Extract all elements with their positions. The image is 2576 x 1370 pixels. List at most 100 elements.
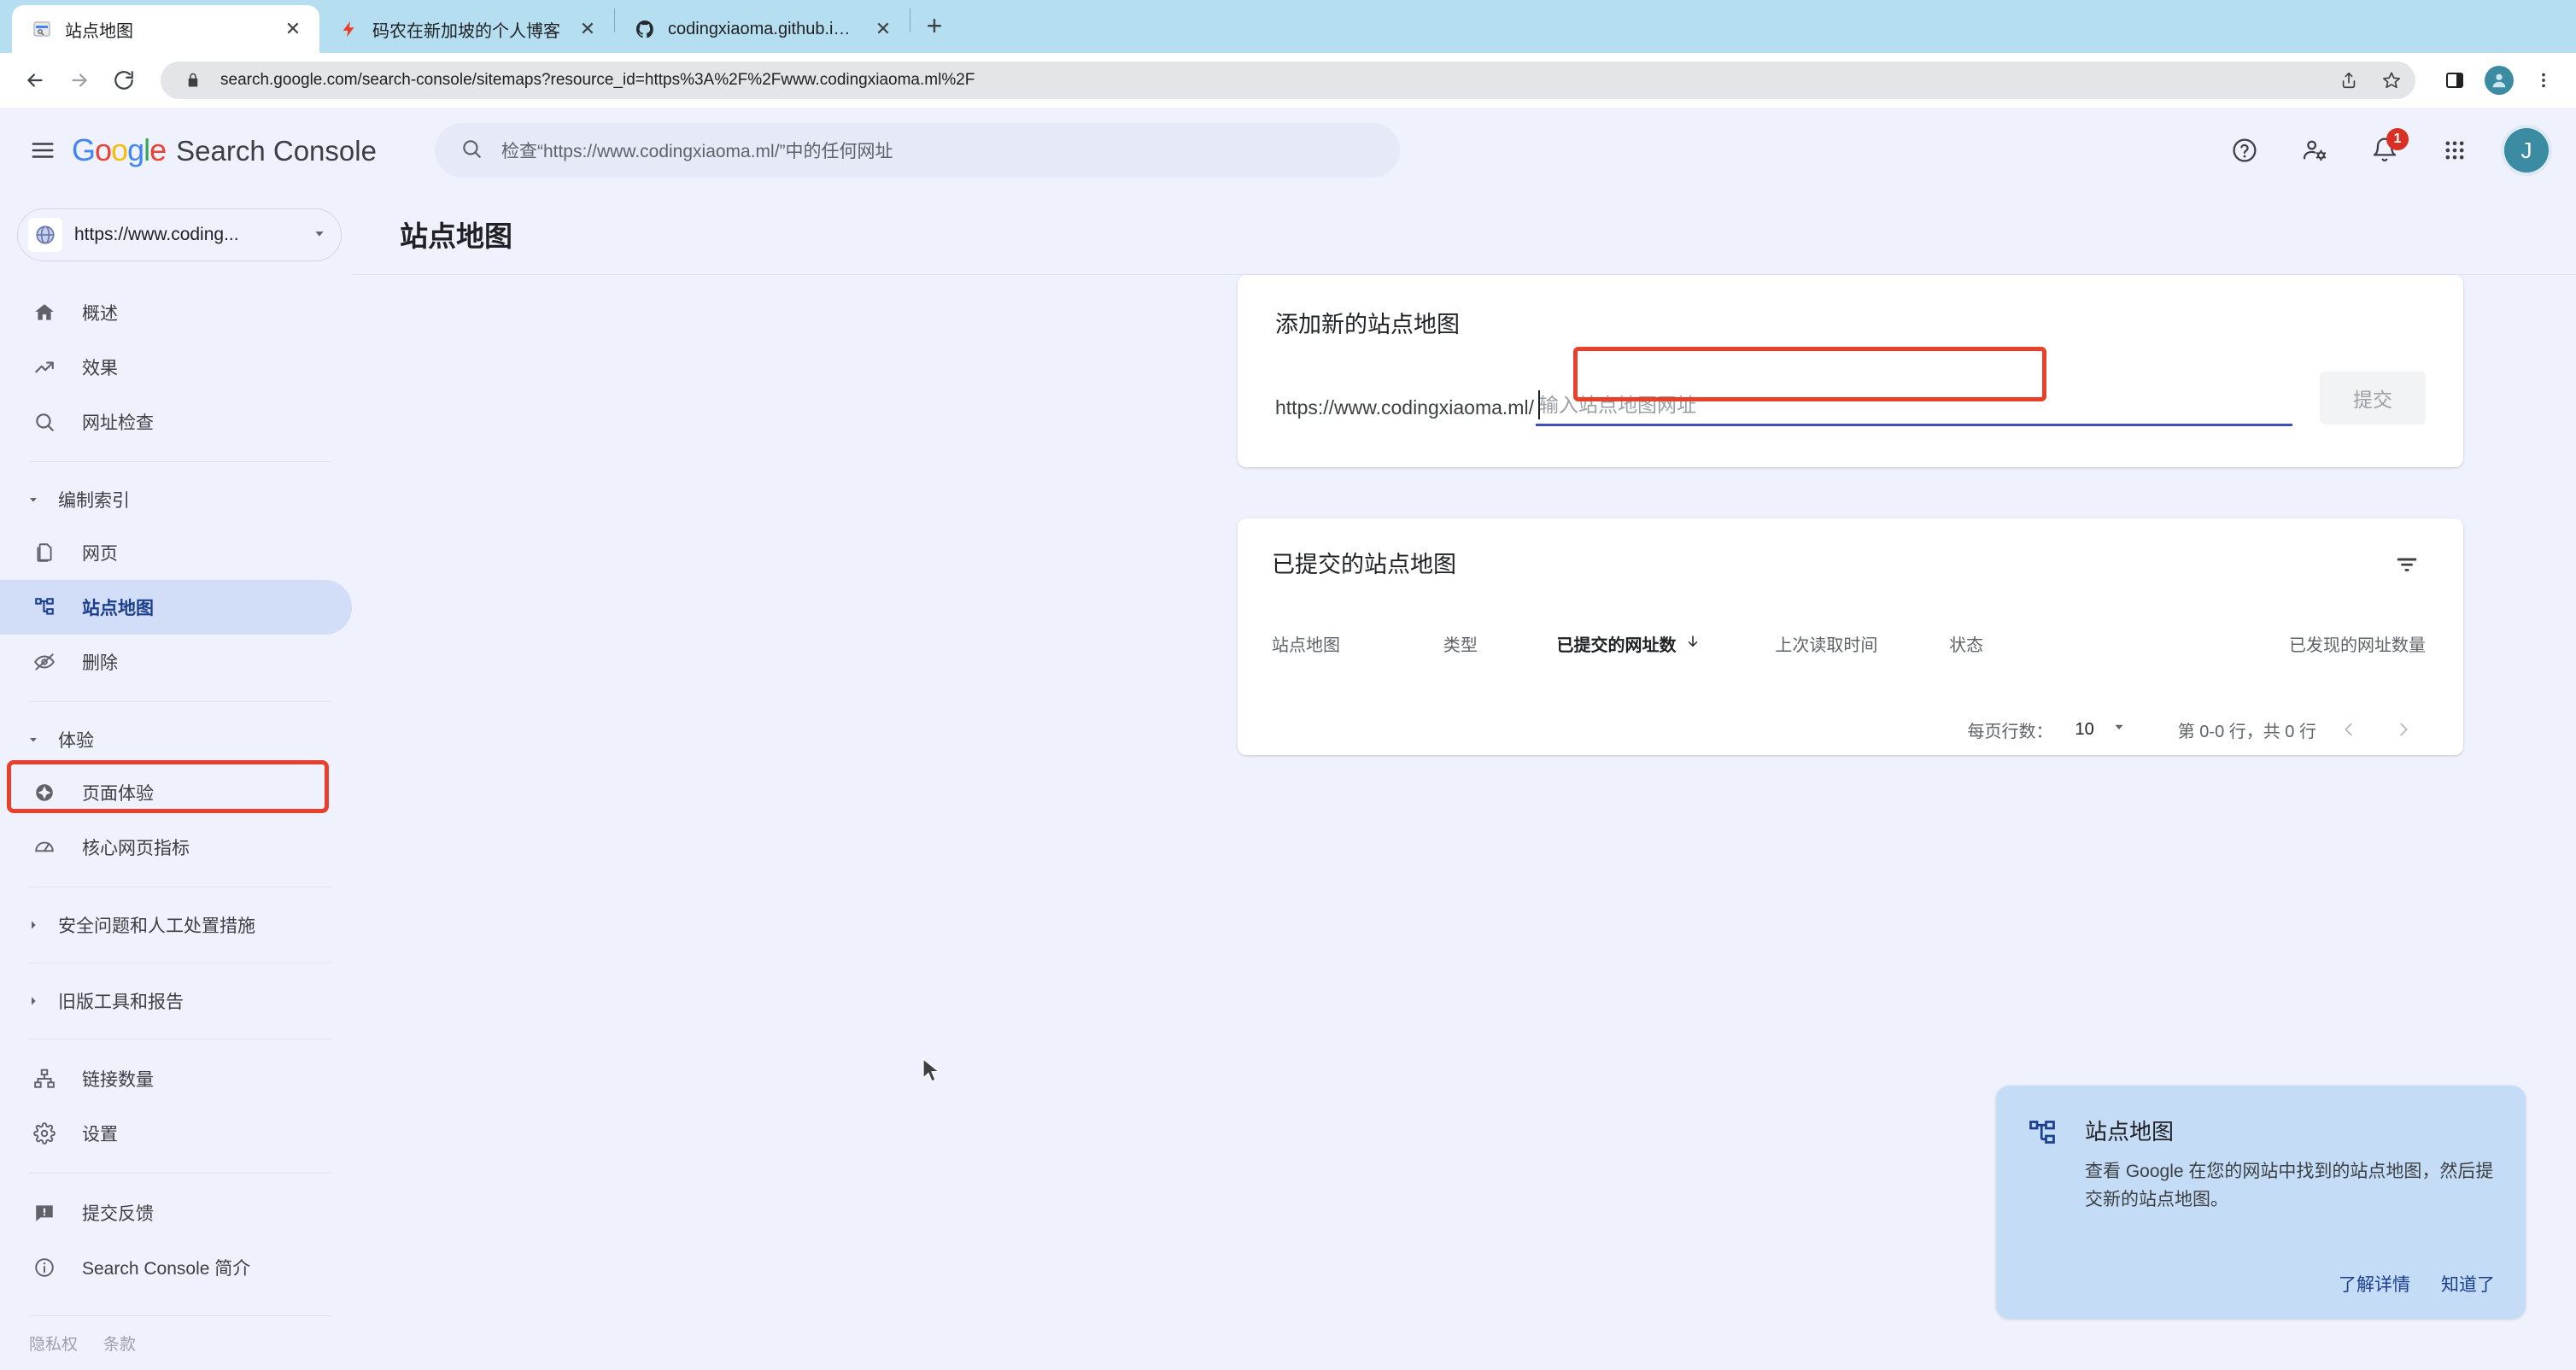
google-letter-g1: G bbox=[72, 132, 96, 167]
column-header-type[interactable]: 类型 bbox=[1443, 631, 1557, 656]
header-actions: 1 J bbox=[2224, 128, 2549, 173]
column-header-last-read[interactable]: 上次读取时间 bbox=[1775, 631, 1949, 656]
browser-tab-2[interactable]: 码农在新加坡的个人博客 ✕ bbox=[319, 5, 614, 53]
browser-tab-title: 码农在新加坡的个人博客 bbox=[372, 21, 560, 41]
sidebar-group-label: 安全问题和人工处置措施 bbox=[58, 916, 255, 936]
google-letter-g2: g bbox=[127, 132, 144, 167]
sitemap-url-input[interactable] bbox=[1535, 394, 2292, 426]
caret-down-icon bbox=[24, 493, 43, 506]
table-pagination: 每页行数： 10 第 0-0 行，共 0 行 bbox=[1272, 707, 2426, 752]
dismiss-button[interactable]: 知道了 bbox=[2441, 1271, 2495, 1297]
sidebar-item-pages[interactable]: 网页 bbox=[0, 525, 352, 580]
reload-icon[interactable] bbox=[104, 61, 143, 100]
add-sitemap-card: 添加新的站点地图 https://www.codingxiaoma.ml/ 提交 bbox=[1238, 275, 2463, 467]
sidebar-item-url-inspection[interactable]: 网址检查 bbox=[0, 395, 352, 449]
bookmark-star-icon[interactable] bbox=[2376, 65, 2407, 96]
feedback-icon bbox=[29, 1202, 60, 1224]
sidebar-item-label: 站点地图 bbox=[82, 599, 154, 618]
links-icon bbox=[29, 1068, 60, 1090]
sidebar-item-label: 提交反馈 bbox=[82, 1204, 154, 1224]
close-icon[interactable]: ✕ bbox=[870, 16, 896, 42]
add-sitemap-title: 添加新的站点地图 bbox=[1275, 312, 1460, 337]
sidebar-group-legacy-tools[interactable]: 旧版工具和报告 bbox=[0, 975, 352, 1027]
chrome-menu-icon[interactable] bbox=[2526, 63, 2561, 97]
sidebar-nav: 概述 效果 网址检查 编制索引 网页 站点地图 删除 体验 页面体验 核心网页指… bbox=[0, 285, 352, 1295]
close-icon[interactable]: ✕ bbox=[575, 16, 600, 42]
column-header-discovered-urls[interactable]: 已发现的网址数量 bbox=[2289, 631, 2426, 656]
new-tab-button[interactable]: + bbox=[910, 2, 958, 50]
sitemaps-tooltip-toast: 站点地图 查看 Google 在您的网站中找到的站点地图，然后提交新的站点地图。… bbox=[1996, 1086, 2526, 1319]
sidebar-item-label: 网页 bbox=[82, 544, 118, 564]
submit-button[interactable]: 提交 bbox=[2320, 372, 2426, 424]
sidebar-group-security[interactable]: 安全问题和人工处置措施 bbox=[0, 899, 352, 951]
sidebar-item-label: 设置 bbox=[82, 1125, 118, 1145]
chrome-profile-avatar[interactable] bbox=[2482, 63, 2516, 97]
previous-page-button[interactable] bbox=[2327, 707, 2371, 752]
sidebar-item-page-experience[interactable]: 页面体验 bbox=[0, 765, 352, 820]
sidebar-group-label: 体验 bbox=[58, 731, 94, 751]
sidebar-item-links[interactable]: 链接数量 bbox=[0, 1051, 352, 1106]
learn-more-button[interactable]: 了解详情 bbox=[2339, 1271, 2410, 1297]
table-header-row: 站点地图 类型 已提交的网址数 上次读取时间 状态 已发现的网址数量 bbox=[1272, 631, 2426, 656]
next-page-button[interactable] bbox=[2381, 707, 2426, 752]
sidebar-divider bbox=[29, 1315, 331, 1316]
browser-tab-title: codingxiaoma.github.io/sitema bbox=[668, 19, 858, 38]
privacy-link[interactable]: 隐私权 bbox=[29, 1332, 78, 1355]
side-panel-icon[interactable] bbox=[2438, 63, 2472, 97]
toast-body: 站点地图 查看 Google 在您的网站中找到的站点地图，然后提交新的站点地图。… bbox=[2085, 1115, 2495, 1319]
brand-logo[interactable]: Google Search Console bbox=[72, 132, 377, 168]
address-bar[interactable]: search.google.com/search-console/sitemap… bbox=[161, 61, 2415, 99]
toast-title: 站点地图 bbox=[2085, 1119, 2175, 1145]
google-wordmark: Google bbox=[72, 132, 167, 168]
help-icon[interactable] bbox=[2224, 130, 2265, 171]
notification-count-badge: 1 bbox=[2386, 128, 2409, 150]
gear-icon bbox=[29, 1122, 60, 1145]
sidebar-item-removals[interactable]: 删除 bbox=[0, 635, 352, 689]
page-experience-icon bbox=[29, 782, 60, 804]
sidebar-item-settings[interactable]: 设置 bbox=[0, 1106, 352, 1161]
terms-link[interactable]: 条款 bbox=[103, 1332, 136, 1355]
caret-down-icon bbox=[24, 733, 43, 746]
filter-icon[interactable] bbox=[2388, 546, 2426, 583]
rows-per-page-label: 每页行数： bbox=[1967, 722, 2053, 741]
search-console-app: Google Search Console 检查“https://www.cod… bbox=[0, 108, 2576, 1370]
sidebar-group-experience[interactable]: 体验 bbox=[0, 714, 352, 765]
browser-tab-3[interactable]: codingxiaoma.github.io/sitema ✕ bbox=[615, 5, 910, 53]
info-icon bbox=[29, 1256, 60, 1279]
caret-down-icon bbox=[2111, 719, 2127, 740]
globe-icon bbox=[28, 218, 62, 252]
apps-grid-icon[interactable] bbox=[2434, 130, 2475, 171]
column-header-submitted-urls[interactable]: 已提交的网址数 bbox=[1557, 631, 1776, 656]
forward-arrow-icon[interactable] bbox=[60, 61, 99, 100]
sidebar-item-about[interactable]: Search Console 简介 bbox=[0, 1240, 352, 1295]
sidebar-item-feedback[interactable]: 提交反馈 bbox=[0, 1186, 352, 1240]
sidebar-item-overview[interactable]: 概述 bbox=[0, 285, 352, 340]
search-input[interactable]: 检查“https://www.codingxiaoma.ml/”中的任何网址 bbox=[434, 123, 1400, 178]
browser-tab-1[interactable]: 站点地图 ✕ bbox=[12, 5, 319, 53]
home-icon bbox=[29, 302, 60, 324]
browser-tab-title: 站点地图 bbox=[65, 21, 133, 41]
toast-actions: 了解详情 知道了 bbox=[2085, 1271, 2495, 1319]
chevron-down-icon[interactable] bbox=[310, 224, 329, 247]
user-avatar[interactable]: J bbox=[2504, 128, 2549, 173]
share-icon[interactable] bbox=[2333, 65, 2364, 96]
rows-per-page-select[interactable]: 10 bbox=[2075, 719, 2126, 740]
column-header-sitemap[interactable]: 站点地图 bbox=[1272, 631, 1443, 656]
account-settings-icon[interactable] bbox=[2294, 130, 2335, 171]
sidebar-item-performance[interactable]: 效果 bbox=[0, 340, 352, 395]
sidebar-group-label: 旧版工具和报告 bbox=[58, 992, 184, 1012]
address-bar-url: search.google.com/search-console/sitemap… bbox=[220, 71, 975, 89]
sidebar-group-indexing[interactable]: 编制索引 bbox=[0, 474, 352, 525]
search-icon bbox=[29, 411, 60, 433]
lock-icon bbox=[178, 65, 208, 96]
close-icon[interactable]: ✕ bbox=[280, 16, 306, 42]
hamburger-icon[interactable] bbox=[20, 128, 65, 173]
sidebar-item-sitemaps[interactable]: 站点地图 bbox=[0, 580, 352, 635]
notifications-bell-icon[interactable]: 1 bbox=[2364, 128, 2409, 171]
sidebar-item-core-web-vitals[interactable]: 核心网页指标 bbox=[0, 820, 352, 875]
property-label: https://www.coding... bbox=[74, 225, 239, 244]
column-header-status[interactable]: 状态 bbox=[1949, 631, 2289, 656]
sidebar: https://www.coding... 概述 效果 网址检查 编制索引 网页… bbox=[0, 193, 352, 1370]
property-selector[interactable]: https://www.coding... bbox=[17, 208, 342, 261]
back-arrow-icon[interactable] bbox=[15, 61, 55, 100]
